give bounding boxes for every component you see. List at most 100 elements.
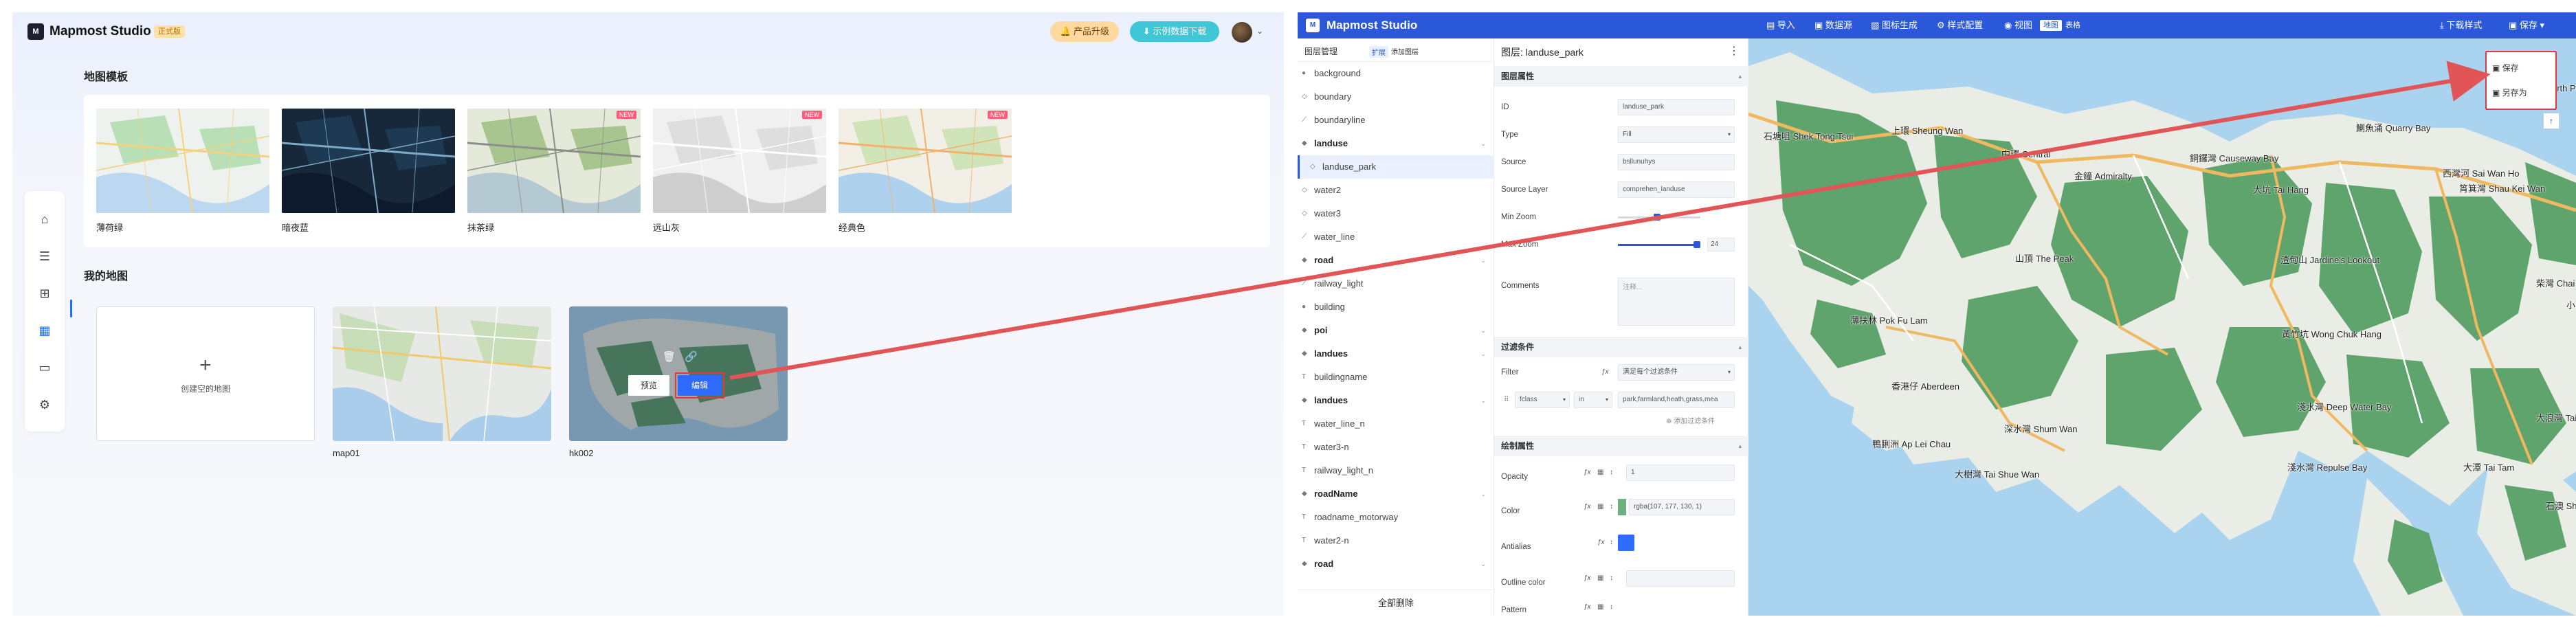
- template-thumbnail[interactable]: NEW: [839, 109, 1012, 213]
- template-thumbnail[interactable]: [282, 109, 455, 213]
- settings-gear-icon[interactable]: ⚙: [37, 397, 52, 412]
- filter-value-input[interactable]: park,farmland,heath,grass,mea: [1618, 392, 1735, 408]
- delete-all-button[interactable]: 全部删除: [1298, 590, 1494, 616]
- link-icon[interactable]: 🔗: [685, 350, 698, 363]
- template-card[interactable]: 暗夜蓝: [282, 109, 455, 233]
- slider-knob[interactable]: [1654, 214, 1661, 221]
- view-mode-map[interactable]: 地图: [2040, 20, 2062, 31]
- layer-item[interactable]: Twater_line_n: [1298, 412, 1494, 436]
- sort-icon[interactable]: ↕: [1610, 603, 1613, 611]
- upgrade-button[interactable]: 🔔 产品升级: [1050, 21, 1119, 42]
- chevron-down-icon[interactable]: ⌄: [1480, 319, 1486, 342]
- download-style-button[interactable]: ⤓ 下载样式: [2440, 20, 2482, 31]
- type-select[interactable]: Fill ▾: [1618, 126, 1735, 143]
- template-card[interactable]: 薄荷绿: [96, 109, 269, 233]
- layer-item[interactable]: ◆ landuse ⌄: [1298, 132, 1494, 155]
- chevron-down-icon[interactable]: ⌄: [1480, 249, 1486, 272]
- table-icon[interactable]: ▦: [1597, 574, 1603, 582]
- layer-item[interactable]: ● building: [1298, 295, 1494, 319]
- layer-item[interactable]: ◆ roadName ⌄: [1298, 482, 1494, 506]
- table-icon[interactable]: ▦: [1597, 603, 1603, 611]
- layer-item[interactable]: ● background: [1298, 62, 1494, 85]
- style-config-button[interactable]: ⚙ 样式配置: [1937, 20, 1983, 31]
- layer-item[interactable]: ◆ road ⌄: [1298, 552, 1494, 576]
- outline-color-input[interactable]: [1626, 570, 1735, 587]
- slider-knob[interactable]: [1694, 241, 1700, 248]
- layer-item[interactable]: ◇ landuse_park: [1298, 155, 1494, 179]
- layer-item[interactable]: Troadname_motorway: [1298, 506, 1494, 529]
- layer-item[interactable]: ◇ water3: [1298, 202, 1494, 225]
- color-input[interactable]: rgba(107, 177, 130, 1): [1629, 499, 1735, 515]
- function-icon[interactable]: ƒx: [1584, 574, 1591, 582]
- layer-item[interactable]: ◆ landues ⌄: [1298, 389, 1494, 412]
- chevron-down-icon[interactable]: ⌄: [1480, 552, 1486, 576]
- template-card[interactable]: NEW 远山灰: [653, 109, 826, 233]
- map-card-map01[interactable]: [333, 306, 551, 441]
- view-mode-toggle[interactable]: 地图 表格: [2040, 20, 2084, 31]
- drag-handle-icon[interactable]: ⠿: [1504, 396, 1509, 403]
- sample-data-download-button[interactable]: ⬇ 示例数据下载: [1130, 21, 1219, 42]
- view-button[interactable]: ◉ 视图: [2004, 20, 2032, 31]
- layer-item[interactable]: Tbuildingname: [1298, 366, 1494, 389]
- create-empty-map-card[interactable]: + 创建空的地图: [96, 306, 315, 441]
- layer-item[interactable]: Twater3-n: [1298, 436, 1494, 459]
- template-thumbnail[interactable]: NEW: [467, 109, 641, 213]
- opacity-input[interactable]: 1: [1626, 464, 1735, 481]
- compass-icon[interactable]: ↑: [2543, 113, 2560, 129]
- function-icon[interactable]: ƒx: [1584, 603, 1591, 611]
- layer-item[interactable]: ◇ boundary: [1298, 85, 1494, 109]
- section-paint[interactable]: 绘制属性 ▴: [1494, 436, 1748, 456]
- function-icon[interactable]: ƒx: [1584, 503, 1591, 511]
- grid-apps-icon[interactable]: ⊞: [37, 286, 52, 301]
- add-filter-button[interactable]: ⊕ 添加过滤条件: [1666, 415, 1715, 425]
- section-layer-attributes[interactable]: 图层属性 ▴: [1494, 66, 1748, 87]
- save-as-menu-item[interactable]: ▣ 另存为: [2492, 87, 2527, 98]
- template-card[interactable]: NEW 经典色: [839, 109, 1012, 233]
- layer-item[interactable]: ⟋ water_line: [1298, 225, 1494, 249]
- sort-icon[interactable]: ↕: [1610, 574, 1613, 582]
- function-icon[interactable]: ƒx: [1584, 469, 1591, 476]
- layer-item[interactable]: ◇ water2: [1298, 179, 1494, 202]
- filter-operator-select[interactable]: in ▾: [1574, 392, 1612, 408]
- table-icon[interactable]: ▦: [1597, 503, 1603, 511]
- filter-field-select[interactable]: fclass ▾: [1515, 392, 1570, 408]
- view-mode-table[interactable]: 表格: [2062, 20, 2084, 31]
- save-menu-item[interactable]: ▣ 保存: [2492, 62, 2519, 74]
- chevron-down-icon[interactable]: ⌄: [1480, 389, 1486, 412]
- filter-mode-select[interactable]: 满足每个过滤条件 ▾: [1618, 364, 1735, 381]
- source-layer-field[interactable]: comprehen_landuse: [1618, 181, 1735, 198]
- layer-item[interactable]: ◆ road ⌄: [1298, 249, 1494, 272]
- function-icon[interactable]: ƒx: [1597, 539, 1605, 546]
- more-vertical-icon[interactable]: ⋮: [1729, 44, 1740, 58]
- layer-item[interactable]: ◆ poi ⌄: [1298, 319, 1494, 342]
- folder-icon[interactable]: ▭: [37, 360, 52, 375]
- function-icon[interactable]: ƒx: [1601, 368, 1609, 376]
- min-zoom-slider[interactable]: [1618, 214, 1700, 221]
- preview-button[interactable]: 预览: [628, 375, 669, 396]
- layer-item[interactable]: ◆ landues ⌄: [1298, 342, 1494, 366]
- sort-icon[interactable]: ↕: [1610, 503, 1613, 511]
- section-filter[interactable]: 过滤条件 ▴: [1494, 337, 1748, 357]
- chevron-down-icon[interactable]: ⌄: [1480, 342, 1486, 366]
- import-button[interactable]: ▤ 导入: [1766, 20, 1795, 31]
- expand-tab[interactable]: 扩展: [1369, 46, 1388, 58]
- layer-item[interactable]: Trailway_light_n: [1298, 459, 1494, 482]
- sort-icon[interactable]: ↕: [1610, 469, 1613, 476]
- delete-trash-icon[interactable]: 🗑: [663, 350, 676, 363]
- user-avatar[interactable]: [1232, 22, 1252, 43]
- comments-textarea[interactable]: 注释...: [1618, 278, 1735, 326]
- map-icon[interactable]: ▦: [37, 323, 52, 338]
- map-card-hk002[interactable]: 🗑 🔗 预览 编辑: [569, 306, 788, 441]
- template-thumbnail[interactable]: [96, 109, 269, 213]
- map-canvas[interactable]: 北角 North Point石塘咀 Shek Tong Tsui上環 Sheun…: [1748, 38, 2576, 616]
- source-field[interactable]: bsllunuhys: [1618, 154, 1735, 170]
- add-layer-button[interactable]: 添加图层: [1391, 46, 1419, 56]
- id-field[interactable]: landuse_park: [1618, 99, 1735, 115]
- antialias-checkbox[interactable]: [1618, 535, 1634, 551]
- layer-item[interactable]: ⟋ railway_light: [1298, 272, 1494, 295]
- max-zoom-slider[interactable]: [1618, 241, 1700, 248]
- save-dropdown-button[interactable]: ▣ 保存 ▾: [2509, 20, 2544, 31]
- table-icon[interactable]: ▦: [1597, 469, 1603, 476]
- home-icon[interactable]: ⌂: [37, 212, 52, 227]
- layer-item[interactable]: Twater2-n: [1298, 529, 1494, 552]
